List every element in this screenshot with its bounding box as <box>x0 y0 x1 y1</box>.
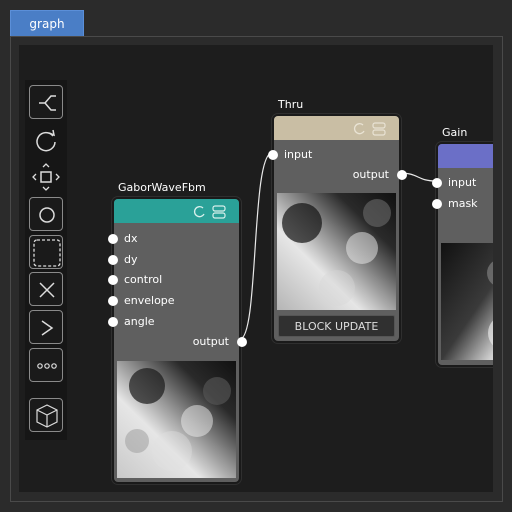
port-row-envelope: envelope <box>108 293 234 309</box>
port-row-output: output <box>274 167 407 183</box>
delete-tool-button[interactable] <box>29 272 63 306</box>
circle-tool-button[interactable] <box>29 197 63 231</box>
block-update-button[interactable]: BLOCK UPDATE <box>278 315 395 337</box>
node-title-thru: Thru <box>278 98 304 111</box>
port-row-dx: dx <box>108 231 234 247</box>
settings-icon <box>212 205 226 212</box>
circle-icon <box>39 207 55 223</box>
output-port-thru[interactable] <box>397 170 407 180</box>
input-port-mask[interactable] <box>432 199 442 209</box>
input-port-envelope[interactable] <box>108 296 118 306</box>
input-port-angle[interactable] <box>108 317 118 327</box>
dashed-square-icon <box>33 239 61 267</box>
node-header-gain <box>438 144 493 168</box>
port-label: dy <box>124 253 138 266</box>
node-gabor-wave-fbm[interactable]: dx dy control envelope angle output <box>108 197 247 484</box>
port-row-input: input <box>432 175 493 191</box>
input-port-gain[interactable] <box>432 178 442 188</box>
output-port-gabor[interactable] <box>237 337 247 347</box>
port-label: output <box>192 335 229 348</box>
graph-canvas[interactable]: GaborWaveFbm dx dy control envelope angl… <box>19 45 493 492</box>
node-header-gabor <box>114 199 239 223</box>
refresh-icon <box>354 123 365 135</box>
port-row-input: input <box>268 147 394 163</box>
node-preview-gain <box>441 243 493 360</box>
branch-icon <box>39 95 56 111</box>
node-thru[interactable]: input output BLOCK UPDATE <box>268 114 407 343</box>
dashed-select-tool-button[interactable] <box>29 235 63 269</box>
input-port-dx[interactable] <box>108 234 118 244</box>
rotate-tool-button[interactable] <box>29 123 63 157</box>
branch-tool-button[interactable] <box>29 85 63 119</box>
refresh-icon <box>194 206 205 218</box>
input-port-control[interactable] <box>108 275 118 285</box>
wire-gabor-to-thru <box>239 152 273 340</box>
node-title-gabor: GaborWaveFbm <box>118 181 206 194</box>
next-tool-button[interactable] <box>29 310 63 344</box>
connection-wires <box>239 152 437 340</box>
port-label: dx <box>124 232 138 245</box>
node-title-gain: Gain <box>442 126 468 139</box>
ellipsis-icon <box>37 363 57 369</box>
cube-icon <box>36 404 58 428</box>
settings-icon <box>372 122 386 129</box>
rotate-icon <box>36 129 56 152</box>
3d-view-tool-button[interactable] <box>29 398 63 432</box>
tool-palette <box>25 80 67 440</box>
port-row-output: output <box>114 334 247 350</box>
port-label: control <box>124 273 163 286</box>
chevron-right-icon <box>41 320 54 336</box>
input-port-thru[interactable] <box>268 150 278 160</box>
port-row-dy: dy <box>108 252 234 268</box>
move-square-icon <box>32 163 60 191</box>
node-gain[interactable]: input mask <box>432 142 493 367</box>
cross-icon <box>39 282 55 298</box>
port-label: output <box>352 168 389 181</box>
port-row-mask: mask <box>432 196 493 212</box>
node-preview-gabor <box>117 361 236 478</box>
port-label: angle <box>124 315 155 328</box>
node-preview-thru <box>277 193 396 310</box>
port-label: mask <box>448 197 478 210</box>
port-row-control: control <box>108 272 234 288</box>
node-header-icons <box>191 204 231 219</box>
port-label: input <box>284 148 313 161</box>
port-label: input <box>448 176 477 189</box>
input-port-dy[interactable] <box>108 255 118 265</box>
node-header-icons <box>351 121 391 136</box>
port-label: envelope <box>124 294 175 307</box>
node-header-thru <box>274 116 399 140</box>
move-tool-button[interactable] <box>29 160 63 194</box>
port-row-angle: angle <box>108 314 234 330</box>
more-tool-button[interactable] <box>29 348 63 382</box>
tab-graph[interactable]: graph <box>10 10 84 36</box>
